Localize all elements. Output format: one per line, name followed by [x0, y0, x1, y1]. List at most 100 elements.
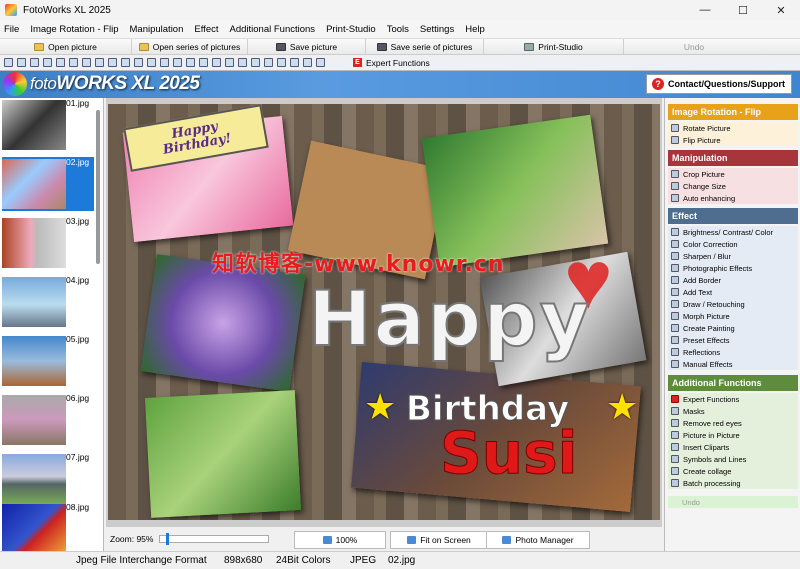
- icon-toolbar: E Expert Functions: [0, 55, 800, 71]
- image-canvas[interactable]: Happy Birthday! ♥ Happy ★ Birthday ★ Susi…: [106, 98, 662, 527]
- section-manipulation[interactable]: Manipulation: [668, 150, 798, 166]
- menu-image-rotation[interactable]: Image Rotation - Flip: [26, 24, 122, 35]
- panel-item-manual-effects[interactable]: Manual Effects: [668, 358, 798, 370]
- brush-icon[interactable]: [108, 58, 117, 67]
- star-icon[interactable]: [303, 58, 312, 67]
- pip-icon: [671, 431, 679, 439]
- contact-support-button[interactable]: ? Contact/Questions/Support: [646, 74, 792, 94]
- landscape-icon[interactable]: [225, 58, 234, 67]
- rotate-icon[interactable]: [4, 58, 13, 67]
- picture-icon[interactable]: [160, 58, 169, 67]
- thumbnail-item[interactable]: 04.jpg: [2, 275, 94, 329]
- zoom-slider[interactable]: [159, 533, 270, 545]
- effect-icon[interactable]: [212, 58, 221, 67]
- status-format: Jpeg File Interchange Format: [76, 555, 207, 566]
- rotate-right-icon[interactable]: [43, 58, 52, 67]
- undo-button[interactable]: Undo: [624, 39, 764, 54]
- panel-item-add-border[interactable]: Add Border: [668, 274, 798, 286]
- photo-manager-button[interactable]: Photo Manager: [486, 531, 590, 549]
- grid-icon[interactable]: [121, 58, 130, 67]
- enhance-icon[interactable]: [95, 58, 104, 67]
- panel-item-preset-effects[interactable]: Preset Effects: [668, 334, 798, 346]
- fit-on-screen-button[interactable]: Fit on Screen: [390, 531, 488, 549]
- menu-additional-functions[interactable]: Additional Functions: [226, 24, 320, 35]
- panel-item-add-text[interactable]: Add Text: [668, 286, 798, 298]
- menu-tools[interactable]: Tools: [383, 24, 413, 35]
- maximize-button[interactable]: ☐: [724, 0, 762, 20]
- panel-item-morph-picture[interactable]: Morph Picture: [668, 310, 798, 322]
- panel-item-picture-in-picture[interactable]: Picture in Picture: [668, 429, 798, 441]
- thumbnail-scrollbar[interactable]: [96, 110, 100, 264]
- menu-manipulation[interactable]: Manipulation: [126, 24, 188, 35]
- panel-item-crop-picture[interactable]: Crop Picture: [668, 168, 798, 180]
- panel-item-flip-picture[interactable]: Flip Picture: [668, 134, 798, 146]
- panel-item-color-correction[interactable]: Color Correction: [668, 238, 798, 250]
- save-picture-button[interactable]: Save picture: [248, 39, 366, 54]
- printer-icon: [524, 42, 535, 51]
- watermark-text: 知软博客-www.knowr.cn: [212, 252, 505, 277]
- zoom-100-button[interactable]: 100%: [294, 531, 386, 549]
- panel-item-expert-functions[interactable]: Expert Functions: [668, 393, 798, 405]
- morph-icon[interactable]: [186, 58, 195, 67]
- camera-icon[interactable]: [251, 58, 260, 67]
- menu-effect[interactable]: Effect: [190, 24, 222, 35]
- eye-icon[interactable]: [264, 58, 273, 67]
- flip-icon[interactable]: [17, 58, 26, 67]
- panel-item-photographic-effects[interactable]: Photographic Effects: [668, 262, 798, 274]
- mirror-icon[interactable]: [56, 58, 65, 67]
- resize-icon[interactable]: [82, 58, 91, 67]
- section-additional-functions[interactable]: Additional Functions: [668, 375, 798, 391]
- menu-file[interactable]: File: [0, 24, 23, 35]
- thumbnail-item[interactable]: 06.jpg: [2, 393, 94, 447]
- crop-icon[interactable]: [69, 58, 78, 67]
- section-image-rotation[interactable]: Image Rotation - Flip: [668, 104, 798, 120]
- panel-item-remove-red-eyes[interactable]: Remove red eyes: [668, 417, 798, 429]
- panel-item-create-painting[interactable]: Create Painting: [668, 322, 798, 334]
- panel-item-batch-processing[interactable]: Batch processing: [668, 477, 798, 489]
- panel-item-brightness[interactable]: Brightness/ Contrast/ Color: [668, 226, 798, 238]
- pip-icon[interactable]: [277, 58, 286, 67]
- close-button[interactable]: ✕: [762, 0, 800, 20]
- panel-item-insert-cliparts[interactable]: Insert Cliparts: [668, 441, 798, 453]
- frame-icon[interactable]: [147, 58, 156, 67]
- panel-item-symbols-lines[interactable]: Symbols and Lines: [668, 453, 798, 465]
- thumbnail-item[interactable]: 07.jpg: [2, 452, 94, 506]
- pen-icon[interactable]: [199, 58, 208, 67]
- thumbnail-item[interactable]: 01.jpg: [2, 98, 94, 152]
- thumbnail-item[interactable]: 05.jpg: [2, 334, 94, 388]
- panel-undo-button[interactable]: Undo: [668, 496, 798, 508]
- print-studio-button[interactable]: Print-Studio: [484, 39, 624, 54]
- panel-item-auto-enhancing[interactable]: Auto enhancing: [668, 192, 798, 204]
- save-serie-button[interactable]: Save serie of pictures: [366, 39, 484, 54]
- thumbnail-item[interactable]: 08.jpg: [2, 502, 94, 551]
- open-series-button[interactable]: Open series of pictures: [132, 39, 248, 54]
- collage-icon[interactable]: [316, 58, 325, 67]
- minimize-button[interactable]: —: [686, 0, 724, 20]
- palette-icon[interactable]: [134, 58, 143, 67]
- zoom-slider-handle[interactable]: [166, 533, 170, 545]
- panel-item-create-collage[interactable]: Create collage: [668, 465, 798, 477]
- thumbnail-label: 03.jpg: [66, 216, 90, 226]
- panel-item-sharpen-blur[interactable]: Sharpen / Blur: [668, 250, 798, 262]
- thumbnail-item-selected[interactable]: 02.jpg: [2, 157, 94, 211]
- menu-print-studio[interactable]: Print-Studio: [322, 24, 380, 35]
- expert-functions-label: Expert Functions: [366, 57, 430, 68]
- clipart-icon[interactable]: [290, 58, 299, 67]
- expert-functions-button[interactable]: E Expert Functions: [353, 58, 430, 68]
- panel-item-change-size[interactable]: Change Size: [668, 180, 798, 192]
- open-picture-button[interactable]: Open picture: [0, 39, 132, 54]
- section-effect[interactable]: Effect: [668, 208, 798, 224]
- menu-settings[interactable]: Settings: [416, 24, 458, 35]
- panel-item-draw-retouching[interactable]: Draw / Retouching: [668, 298, 798, 310]
- panel-item-masks[interactable]: Masks: [668, 405, 798, 417]
- thumbnail-strip[interactable]: 01.jpg 02.jpg 03.jpg 04.jpg 05.jpg 06.jp…: [0, 98, 104, 551]
- rotate-left-icon[interactable]: [30, 58, 39, 67]
- panel-item-label: Crop Picture: [683, 169, 725, 179]
- thumbnail-item[interactable]: 03.jpg: [2, 216, 94, 270]
- panel-item-label: Sharpen / Blur: [683, 251, 731, 261]
- menu-help[interactable]: Help: [461, 24, 489, 35]
- text-icon[interactable]: [173, 58, 182, 67]
- reflection-icon[interactable]: [238, 58, 247, 67]
- panel-item-reflections[interactable]: Reflections: [668, 346, 798, 358]
- panel-item-rotate-picture[interactable]: Rotate Picture: [668, 122, 798, 134]
